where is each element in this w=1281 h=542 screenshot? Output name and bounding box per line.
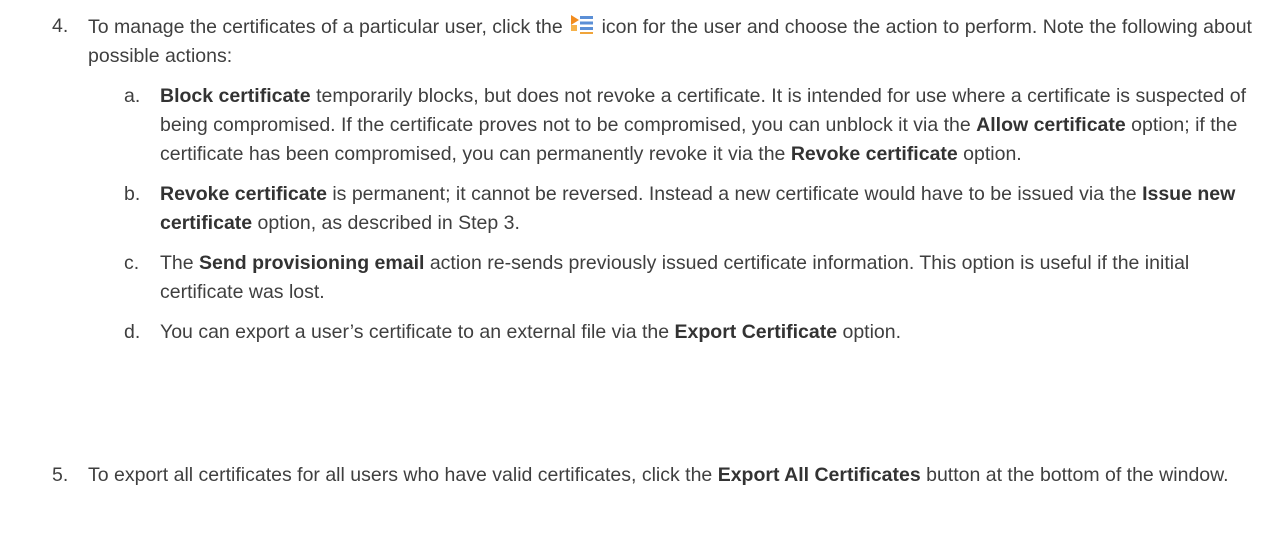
list-item: d. You can export a user’s certificate t… <box>124 318 1252 347</box>
sub-item-letter: c. <box>124 252 140 274</box>
text-run: option. <box>837 321 902 343</box>
text-run: The <box>160 252 200 274</box>
bold-term: Revoke certificate <box>160 183 327 205</box>
sub-item-text: You can export a user’s certificate to a… <box>160 321 901 343</box>
list-item: c. The Send provisioning email action re… <box>124 249 1252 307</box>
bold-term: Allow certificate <box>976 114 1126 136</box>
step-5-text: To export all certificates for all users… <box>88 464 1229 486</box>
text-run: option. <box>957 143 1022 165</box>
bold-term: Block certificate <box>160 85 311 107</box>
sub-item-text: The Send provisioning email action re-se… <box>160 252 1189 303</box>
sub-item-text: Block certificate temporarily blocks, bu… <box>160 85 1246 165</box>
document-page: 4. To manage the certificates of a parti… <box>0 0 1281 542</box>
bold-term: Export All Certificates <box>717 464 921 486</box>
text-run: option, as described in Step 3. <box>252 212 520 234</box>
sub-item-letter: b. <box>124 183 141 205</box>
list-item: b. Revoke certificate is permanent; it c… <box>124 180 1252 238</box>
step-4-text-before-icon: To manage the certificates of a particul… <box>88 16 569 38</box>
step-4: 4. To manage the certificates of a parti… <box>52 12 1252 358</box>
text-run: You can export a user’s certificate to a… <box>160 321 675 343</box>
bold-term: Revoke certificate <box>790 143 958 165</box>
step-5: 5. To export all certificates for all us… <box>52 461 1252 490</box>
sub-item-letter: d. <box>124 321 141 343</box>
sub-list: a. Block certificate temporarily blocks,… <box>124 82 1252 347</box>
step-number: 4. <box>52 15 69 37</box>
step-5-body: To export all certificates for all users… <box>88 461 1252 490</box>
sub-item-text: Revoke certificate is permanent; it cann… <box>160 183 1235 234</box>
list-item: a. Block certificate temporarily blocks,… <box>124 82 1252 169</box>
bold-term: Send provisioning email <box>199 252 425 274</box>
step-number: 5. <box>52 464 69 486</box>
text-run: button at the bottom of the window. <box>920 464 1229 486</box>
sub-item-letter: a. <box>124 85 141 107</box>
text-run: is permanent; it cannot be reversed. Ins… <box>326 183 1143 205</box>
action-menu-icon <box>570 12 594 36</box>
step-4-body: To manage the certificates of a particul… <box>88 12 1252 347</box>
text-run: To export all certificates for all users… <box>88 464 718 486</box>
bold-term: Export Certificate <box>674 321 838 343</box>
